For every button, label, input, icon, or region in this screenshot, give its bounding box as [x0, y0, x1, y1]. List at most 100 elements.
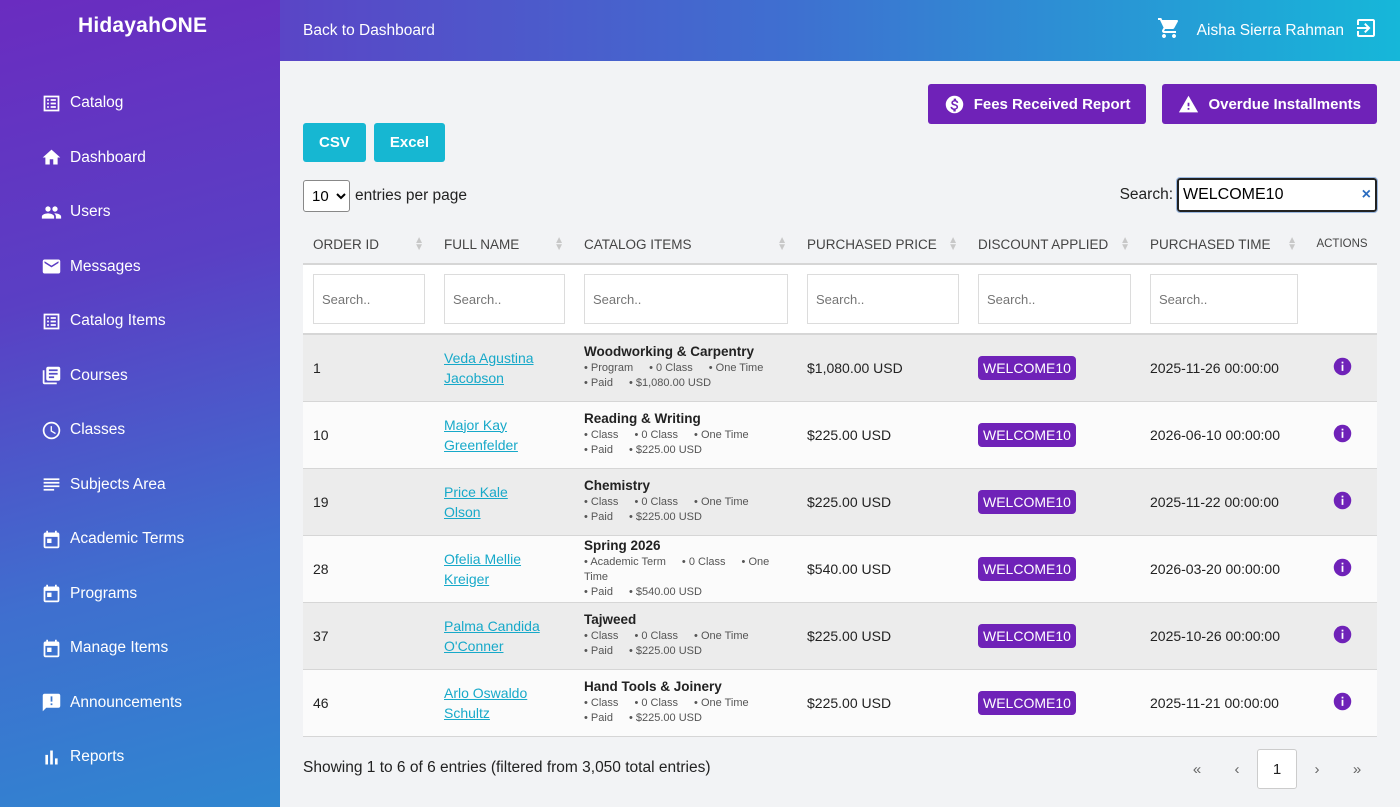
sidebar-item-label: Users: [70, 203, 111, 221]
sidebar-item-reports[interactable]: Reports: [0, 730, 280, 785]
sidebar-item-subjects-area[interactable]: Subjects Area: [0, 458, 280, 513]
search-input[interactable]: [1183, 186, 1353, 204]
info-icon[interactable]: [1332, 491, 1353, 514]
payment-status: Paid: [590, 444, 613, 456]
clock-icon: [40, 419, 62, 441]
info-icon[interactable]: [1332, 692, 1353, 715]
catalog-item-meta: • Class • 0 Class • One Time • Paid • $225.0…: [584, 496, 749, 523]
col-order-id[interactable]: ORDER ID ▲ ▼: [303, 225, 434, 265]
purchased-price: $540.00 USD: [807, 560, 892, 577]
entries-per-page-label: entries per page: [355, 187, 468, 204]
clear-search-icon[interactable]: ×: [1362, 186, 1371, 204]
sidebar-item-announcements[interactable]: Announcements: [0, 676, 280, 731]
info-icon[interactable]: [1332, 625, 1353, 648]
customer-name-link[interactable]: Ofelia Mellie Kreiger: [444, 549, 544, 589]
csv-button[interactable]: CSV: [303, 123, 366, 162]
filter-actions-empty: [1307, 264, 1377, 335]
table-row: 10 Major Kay Greenfelder Reading & Writing…: [303, 401, 1377, 468]
home-icon: [40, 147, 62, 169]
info-icon[interactable]: [1332, 357, 1353, 380]
excel-button[interactable]: Excel: [373, 123, 446, 162]
back-to-dashboard-link[interactable]: Back to Dashboard: [303, 22, 435, 40]
list-icon: [40, 310, 62, 332]
table-row: 1 Veda Agustina Jacobson Woodworking & Car…: [303, 334, 1377, 401]
purchased-price: $225.00 USD: [807, 493, 892, 510]
entries-per-page-select[interactable]: 10: [303, 180, 350, 212]
col-purchased-time[interactable]: PURCHASED TIME ▲ ▼: [1140, 225, 1307, 265]
lines-icon: [40, 474, 62, 496]
table-row: 37 Palma Candida O'Conner Tajweed • Class • …: [303, 602, 1377, 669]
sidebar-item-users[interactable]: Users: [0, 185, 280, 240]
sidebar-item-catalog-items[interactable]: Catalog Items: [0, 294, 280, 349]
table-search: Search: ×: [1119, 177, 1378, 213]
payment-status: Paid: [590, 585, 613, 598]
next-page-button[interactable]: ›: [1297, 749, 1337, 789]
filter-catalog-items[interactable]: [584, 274, 788, 324]
fees-received-report-button[interactable]: Fees Received Report: [927, 84, 1147, 124]
sidebar-item-dashboard[interactable]: Dashboard: [0, 131, 280, 186]
customer-name-link[interactable]: Veda Agustina Jacobson: [444, 348, 544, 388]
catalog-item-cell: Woodworking & Carpentry • Program • 0 Clas…: [574, 334, 797, 401]
purchased-time: 2025-11-26 00:00:00: [1150, 359, 1279, 376]
col-catalog-items[interactable]: CATALOG ITEMS ▲ ▼: [574, 225, 797, 265]
payment-status: Paid: [590, 712, 613, 724]
customer-name-link[interactable]: Arlo Oswaldo Schultz: [444, 683, 544, 723]
user-name[interactable]: Aisha Sierra Rahman: [1197, 22, 1344, 40]
catalog-item-title: Tajweed: [584, 612, 637, 627]
table-header-row: ORDER ID ▲ ▼ FULL NAME ▲ ▼ CATALOG ITEMS ▲ ▼ P…: [303, 225, 1377, 265]
announcement-icon: [40, 692, 62, 714]
warning-icon: [1179, 95, 1199, 112]
customer-name-link[interactable]: Major Kay Greenfelder: [444, 415, 544, 455]
sidebar-item-courses[interactable]: Courses: [0, 349, 280, 404]
last-page-button[interactable]: »: [1337, 749, 1377, 789]
sidebar-item-catalog[interactable]: Catalog: [0, 76, 280, 131]
customer-name-link[interactable]: Palma Candida O'Conner: [444, 616, 544, 656]
filter-order-id[interactable]: [313, 274, 425, 324]
table-row: 19 Price Kale Olson Chemistry • Class • 0 Cl…: [303, 468, 1377, 535]
purchased-time: 2026-06-10 00:00:00: [1150, 426, 1280, 443]
first-page-button[interactable]: «: [1177, 749, 1217, 789]
logout-icon[interactable]: [1354, 16, 1378, 45]
sidebar-item-manage-items[interactable]: Manage Items: [0, 621, 280, 676]
purchased-price: $1,080.00 USD: [807, 359, 903, 376]
col-purchased-price[interactable]: PURCHASED PRICE ▲ ▼: [797, 225, 968, 265]
sidebar-item-academic-terms[interactable]: Academic Terms: [0, 512, 280, 567]
item-frequency: One Time: [715, 362, 764, 375]
info-icon[interactable]: [1332, 424, 1353, 447]
sidebar-item-classes[interactable]: Classes: [0, 403, 280, 458]
brand-logo[interactable]: HidayahONE: [0, 0, 280, 52]
col-full-name[interactable]: FULL NAME ▲ ▼: [434, 225, 574, 265]
calendar-icon: [40, 583, 62, 605]
sidebar-item-label: Dashboard: [70, 148, 146, 166]
catalog-item-title: Hand Tools & Joinery: [584, 679, 722, 694]
table-row: 46 Arlo Oswaldo Schultz Hand Tools & Joine…: [303, 669, 1377, 736]
order-id: 19: [313, 493, 329, 510]
prev-page-button[interactable]: ‹: [1217, 749, 1257, 789]
catalog-item-meta: • Class • 0 Class • One Time • Paid • $225.0…: [584, 429, 749, 456]
item-classes: 0 Class: [656, 362, 693, 375]
item-type: Program: [590, 362, 634, 375]
filter-full-name[interactable]: [444, 274, 565, 324]
search-label: Search:: [1119, 186, 1173, 203]
filter-purchased-time[interactable]: [1150, 274, 1298, 324]
fees-received-report-label: Fees Received Report: [973, 95, 1131, 113]
col-discount-applied[interactable]: DISCOUNT APPLIED ▲ ▼: [968, 225, 1140, 265]
order-id: 28: [313, 560, 329, 577]
overdue-installments-button[interactable]: Overdue Installments: [1162, 84, 1377, 124]
sidebar-item-messages[interactable]: Messages: [0, 240, 280, 295]
sidebar-item-programs[interactable]: Programs: [0, 567, 280, 622]
discount-badge: WELCOME10: [978, 556, 1076, 581]
export-buttons: CSV Excel: [303, 123, 446, 162]
sidebar-item-label: Manage Items: [70, 639, 169, 657]
catalog-item-title: Woodworking & Carpentry: [584, 344, 755, 360]
filter-discount-applied[interactable]: [978, 274, 1131, 324]
info-icon[interactable]: [1332, 558, 1353, 581]
purchased-price: $225.00 USD: [807, 426, 892, 443]
payment-status: Paid: [590, 645, 613, 657]
cart-icon[interactable]: [1157, 16, 1181, 45]
customer-name-link[interactable]: Price Kale Olson: [444, 482, 544, 522]
filter-purchased-price[interactable]: [807, 274, 959, 324]
item-classes: 0 Class: [641, 697, 679, 709]
order-id: 1: [313, 359, 321, 376]
page-1-button[interactable]: 1: [1257, 749, 1297, 789]
